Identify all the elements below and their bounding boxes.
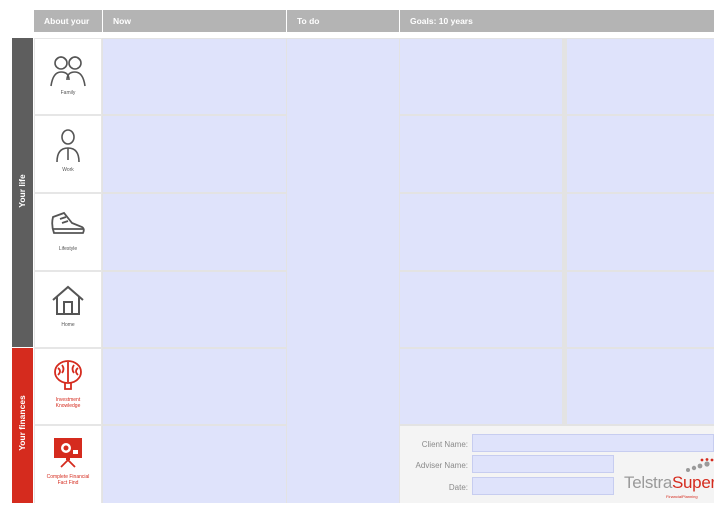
row-fact-find: Complete Financial Fact Find <box>35 426 101 503</box>
dots-logo-icon <box>686 458 714 472</box>
goal-field-lifestyle-a[interactable] <box>400 194 562 270</box>
row-family-label: Family <box>60 90 76 96</box>
house-icon <box>52 285 84 315</box>
date-field[interactable] <box>472 477 614 495</box>
row-work: Work <box>35 116 101 192</box>
row-fact-find-label: Complete Financial Fact Find <box>46 474 90 486</box>
row-investment-label: Investment Knowledge <box>55 397 81 409</box>
todo-field[interactable] <box>287 39 399 503</box>
row-work-label: Work <box>62 167 74 173</box>
now-field-family[interactable] <box>103 39 286 114</box>
presentation-icon <box>54 438 82 468</box>
goal-field-investment-a[interactable] <box>400 349 562 424</box>
goal-field-work-a[interactable] <box>400 116 562 192</box>
date-label: Date: <box>448 483 468 492</box>
row-home-label: Home <box>61 322 75 328</box>
goal-field-family-a[interactable] <box>400 39 562 114</box>
now-field-lifestyle[interactable] <box>103 194 286 270</box>
telstra-super-logo: TelstraSuper FinancialPlanning <box>624 458 714 503</box>
row-lifestyle-label: Lifestyle <box>58 246 78 252</box>
adviser-name-field[interactable] <box>472 455 614 473</box>
brain-icon <box>54 360 82 390</box>
finance-section-label: Your finances <box>17 395 27 451</box>
row-family: Family <box>35 39 101 114</box>
now-field-work[interactable] <box>103 116 286 192</box>
goal-field-home-b[interactable] <box>567 272 714 347</box>
now-field-investment[interactable] <box>103 349 286 424</box>
shoe-icon <box>51 211 85 234</box>
row-lifestyle: Lifestyle <box>35 194 101 270</box>
adviser-name-label: Adviser Name: <box>415 461 468 470</box>
row-investment: Investment Knowledge <box>35 349 101 424</box>
row-home: Home <box>35 272 101 347</box>
header-todo: To do <box>287 10 399 32</box>
family-icon <box>50 56 86 87</box>
brand-name: TelstraSuper <box>624 473 714 493</box>
header-goals: Goals: 10 years <box>400 10 714 32</box>
goal-field-family-b[interactable] <box>567 39 714 114</box>
client-name-label: Client Name: <box>421 440 468 449</box>
goal-field-lifestyle-b[interactable] <box>567 194 714 270</box>
client-name-field[interactable] <box>472 434 714 452</box>
life-section-label: Your life <box>17 174 27 208</box>
goal-field-home-a[interactable] <box>400 272 562 347</box>
goal-field-work-b[interactable] <box>567 116 714 192</box>
header-about: About your <box>34 10 102 32</box>
brand-name-part1: Telstra <box>624 473 672 492</box>
header-now: Now <box>103 10 286 32</box>
now-field-fact-find[interactable] <box>103 426 286 503</box>
person-icon <box>56 129 80 163</box>
now-field-home[interactable] <box>103 272 286 347</box>
brand-name-part2: Super <box>671 473 714 492</box>
goal-field-investment-b[interactable] <box>567 349 714 424</box>
brand-tagline: FinancialPlanning <box>666 494 698 499</box>
